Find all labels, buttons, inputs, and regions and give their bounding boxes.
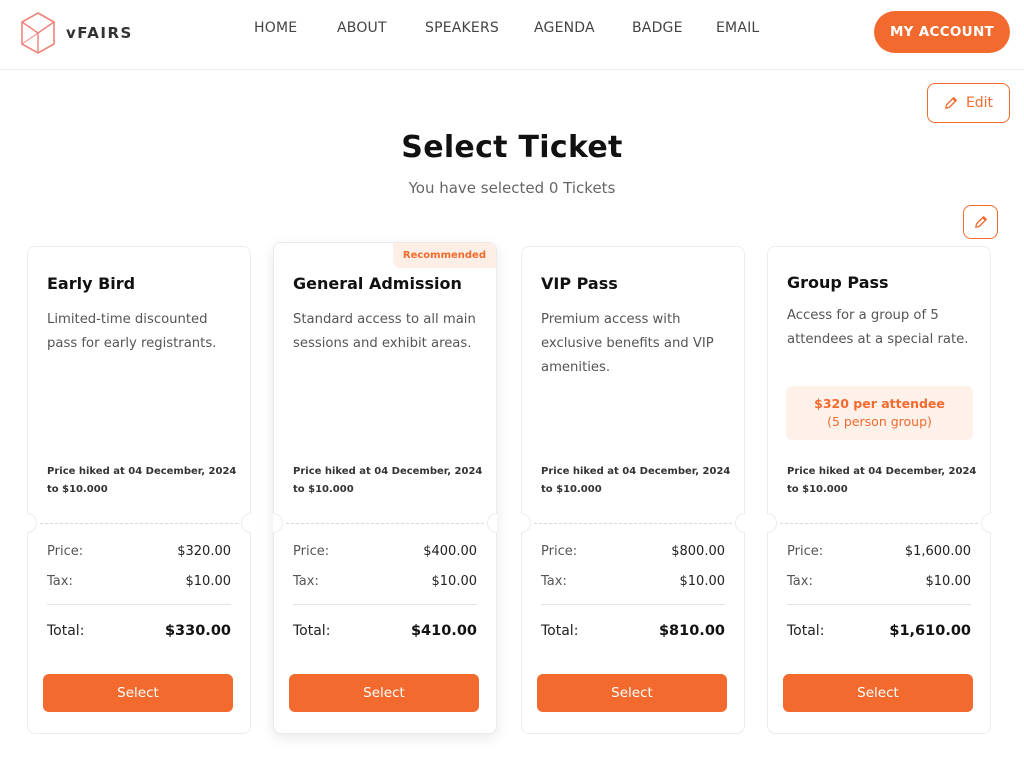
ticket-card-general-admission: Recommended General Admission Standard a… (273, 242, 497, 734)
ticket-title: Group Pass (787, 273, 889, 292)
tax-value: $10.00 (185, 574, 232, 589)
total-label: Total: (541, 623, 579, 639)
price-label: Price: (293, 544, 330, 559)
nav-agenda[interactable]: AGENDA (534, 20, 595, 36)
price-row: Price: $400.00 (293, 544, 477, 559)
total-row: Total: $1,610.00 (787, 623, 971, 639)
price-hike-note: Price hiked at 04 December, 2024 to $10.… (293, 466, 483, 495)
price-value: $1,600.00 (904, 544, 971, 559)
nav-email[interactable]: EMAIL (716, 20, 759, 36)
price-hike-note: Price hiked at 04 December, 2024 to $10.… (541, 466, 731, 495)
tax-label: Tax: (787, 574, 813, 589)
selected-count-text: You have selected 0 Tickets (408, 179, 616, 197)
ticket-notch (767, 513, 777, 533)
total-label: Total: (787, 623, 825, 639)
group-size-note: (5 person group) (827, 414, 932, 429)
select-vip-pass-button[interactable]: Select (537, 674, 727, 712)
pencil-icon (974, 216, 987, 228)
nav-about[interactable]: ABOUT (337, 20, 387, 36)
ticket-notch (273, 513, 283, 533)
price-row: Price: $320.00 (47, 544, 231, 559)
nav-badge[interactable]: BADGE (632, 20, 683, 36)
tax-value: $10.00 (679, 574, 726, 589)
price-row: Price: $1,600.00 (787, 544, 971, 559)
ticket-perforation (534, 523, 732, 524)
select-early-bird-button[interactable]: Select (43, 674, 233, 712)
my-account-button[interactable]: MY ACCOUNT (874, 11, 1010, 53)
nav-speakers[interactable]: SPEAKERS (425, 20, 499, 36)
ticket-card-vip-pass: VIP Pass Premium access with exclusive b… (521, 246, 745, 734)
total-value: $1,610.00 (889, 623, 971, 639)
ticket-description: Standard access to all main sessions and… (293, 312, 476, 351)
tax-label: Tax: (541, 574, 567, 589)
per-attendee-rate: $320 per attendee (814, 396, 945, 411)
top-navigation-bar: vFAIRS HOME ABOUT SPEAKERS AGENDA BADGE … (0, 0, 1024, 70)
price-hike-note: Price hiked at 04 December, 2024 to $10.… (787, 466, 977, 495)
price-label: Price: (47, 544, 84, 559)
ticket-card-group-pass: Group Pass Access for a group of 5 atten… (767, 246, 991, 734)
ticket-title: General Admission (293, 274, 462, 293)
ticket-card-early-bird: Early Bird Limited-time discounted pass … (27, 246, 251, 734)
ticket-description: Access for a group of 5 attendees at a s… (787, 308, 969, 347)
tax-row: Tax: $10.00 (541, 574, 725, 589)
tax-label: Tax: (47, 574, 73, 589)
total-row: Total: $410.00 (293, 623, 477, 639)
ticket-notch (981, 513, 991, 533)
page-title: Select Ticket (401, 130, 623, 165)
price-value: $400.00 (423, 544, 477, 559)
price-label: Price: (787, 544, 824, 559)
price-hike-note: Price hiked at 04 December, 2024 to $10.… (47, 466, 237, 495)
total-label: Total: (293, 623, 331, 639)
tax-row: Tax: $10.00 (47, 574, 231, 589)
ticket-title: Early Bird (47, 274, 136, 293)
tax-value: $10.00 (431, 574, 478, 589)
recommended-badge: Recommended (392, 243, 496, 268)
ticket-notch (735, 513, 745, 533)
total-row: Total: $810.00 (541, 623, 725, 639)
brand-logo[interactable]: vFAIRS (20, 11, 133, 55)
total-value: $810.00 (658, 623, 725, 639)
total-divider (47, 604, 231, 605)
total-label: Total: (47, 623, 85, 639)
tax-value: $10.00 (925, 574, 972, 589)
ticket-notch (241, 513, 251, 533)
pencil-icon (945, 97, 957, 109)
ticket-perforation (286, 523, 484, 524)
nav-home[interactable]: HOME (254, 20, 297, 36)
price-label: Price: (541, 544, 578, 559)
edit-button[interactable]: Edit (927, 83, 1010, 123)
price-row: Price: $800.00 (541, 544, 725, 559)
tax-row: Tax: $10.00 (787, 574, 971, 589)
total-divider (541, 604, 725, 605)
edit-button-label: Edit (965, 95, 994, 111)
select-group-pass-button[interactable]: Select (783, 674, 973, 712)
ticket-notch (521, 513, 531, 533)
ticket-perforation (780, 523, 978, 524)
ticket-description: Premium access with exclusive benefits a… (541, 312, 714, 375)
price-value: $800.00 (671, 544, 725, 559)
vfairs-logo-icon (21, 12, 55, 54)
select-general-admission-button[interactable]: Select (289, 674, 479, 712)
total-divider (293, 604, 477, 605)
ticket-title: VIP Pass (541, 274, 618, 293)
ticket-description: Limited-time discounted pass for early r… (47, 312, 217, 351)
price-value: $320.00 (177, 544, 231, 559)
total-value: $330.00 (164, 623, 231, 639)
total-value: $410.00 (410, 623, 477, 639)
brand-name: vFAIRS (66, 24, 133, 42)
total-row: Total: $330.00 (47, 623, 231, 639)
total-divider (787, 604, 971, 605)
edit-tickets-icon-button[interactable] (963, 205, 998, 239)
group-rate-promo: $320 per attendee (5 person group) (786, 386, 973, 440)
ticket-perforation (40, 523, 238, 524)
tax-label: Tax: (293, 574, 319, 589)
ticket-notch (487, 513, 497, 533)
ticket-notch (27, 513, 37, 533)
tax-row: Tax: $10.00 (293, 574, 477, 589)
